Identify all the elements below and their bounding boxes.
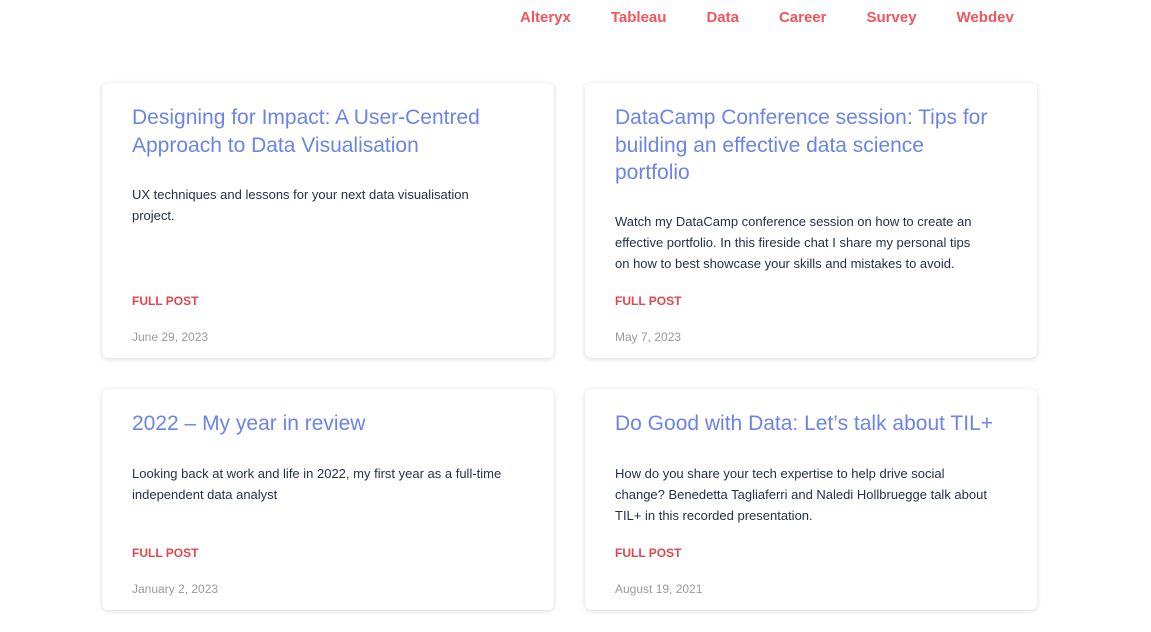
- full-post-link[interactable]: FULL POST: [132, 546, 198, 560]
- post-title[interactable]: Designing for Impact: A User-Centred App…: [132, 104, 514, 159]
- post-title[interactable]: Do Good with Data: Let’s talk about TIL+: [615, 410, 997, 438]
- post-excerpt: Watch my DataCamp conference session on …: [615, 214, 972, 271]
- nav-link-webdev[interactable]: Webdev: [957, 9, 1014, 26]
- full-post-link[interactable]: FULL POST: [132, 294, 198, 308]
- nav-link-tableau[interactable]: Tableau: [611, 9, 667, 26]
- nav-link-alteryx[interactable]: Alteryx: [520, 9, 571, 26]
- post-card: Do Good with Data: Let’s talk about TIL+…: [585, 389, 1037, 610]
- top-navigation: Alteryx Tableau Data Career Survey Webde…: [500, 0, 1034, 34]
- post-title[interactable]: 2022 – My year in review: [132, 410, 514, 438]
- post-card: Designing for Impact: A User-Centred App…: [102, 83, 554, 358]
- nav-link-data[interactable]: Data: [706, 9, 739, 26]
- full-post-link[interactable]: FULL POST: [615, 546, 681, 560]
- post-card: 2022 – My year in review Looking back at…: [102, 389, 554, 610]
- post-excerpt: How do you share your tech expertise to …: [615, 466, 987, 523]
- post-title[interactable]: DataCamp Conference session: Tips for bu…: [615, 104, 997, 187]
- nav-link-survey[interactable]: Survey: [867, 9, 917, 26]
- post-excerpt: UX techniques and lessons for your next …: [132, 187, 469, 223]
- post-date: June 29, 2023: [132, 330, 209, 344]
- nav-link-career[interactable]: Career: [779, 9, 827, 26]
- post-date: May 7, 2023: [615, 330, 682, 344]
- post-date: August 19, 2021: [615, 582, 703, 596]
- post-excerpt: Looking back at work and life in 2022, m…: [132, 466, 502, 502]
- full-post-link[interactable]: FULL POST: [615, 294, 681, 308]
- post-card: DataCamp Conference session: Tips for bu…: [585, 83, 1037, 358]
- post-date: January 2, 2023: [132, 582, 219, 596]
